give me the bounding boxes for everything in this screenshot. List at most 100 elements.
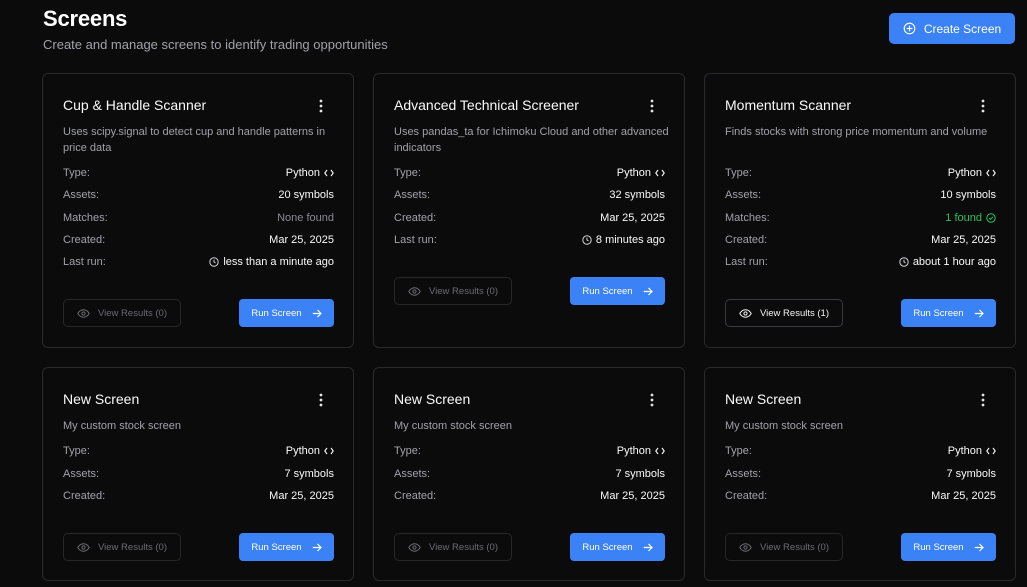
more-options-icon[interactable] [644,392,660,408]
eye-icon [77,542,90,552]
run-screen-button[interactable]: Run Screen [239,533,334,561]
last-run-text: less than a minute ago [223,256,334,268]
screen-title: New Screen [394,391,471,407]
type-text: Python [947,445,982,457]
assets-row: Assets: 32 symbols [394,187,665,203]
page-title: Screens [43,6,128,31]
view-results-button[interactable]: View Results (0) [63,299,181,327]
created-label: Created: [725,234,768,246]
assets-value: 20 symbols [278,189,334,201]
eye-icon [739,542,752,552]
assets-value: 10 symbols [940,189,996,201]
view-results-button[interactable]: View Results (0) [725,533,843,561]
type-label: Type: [394,445,421,457]
type-text: Python [285,167,320,179]
screen-card: Advanced Technical Screener Uses pandas_… [373,73,685,348]
page-subtitle: Create and manage screens to identify tr… [43,37,388,52]
run-screen-label: Run Screen [913,307,964,319]
more-options-icon[interactable] [313,98,329,114]
more-options-icon[interactable] [975,98,991,114]
last-run-label: Last run: [63,256,106,268]
last-run-row: Last run: about 1 hour ago [725,254,996,270]
created-row: Created: Mar 25, 2025 [394,210,665,226]
assets-label: Assets: [63,189,100,201]
view-results-label: View Results (1) [760,307,829,319]
type-row: Type: Python [725,165,996,181]
type-row: Type: Python [63,165,334,181]
run-screen-button[interactable]: Run Screen [239,299,334,327]
run-screen-button[interactable]: Run Screen [570,277,665,305]
view-results-label: View Results (0) [98,307,167,319]
created-label: Created: [725,490,768,502]
code-icon [986,169,996,177]
run-screen-button[interactable]: Run Screen [901,299,996,327]
last-run-value: 8 minutes ago [582,234,665,246]
screen-card: Momentum Scanner Finds stocks with stron… [704,73,1016,348]
run-screen-label: Run Screen [582,285,633,297]
run-screen-button[interactable]: Run Screen [570,533,665,561]
screen-title: Cup & Handle Scanner [63,97,207,113]
view-results-button[interactable]: View Results (1) [725,299,843,327]
type-label: Type: [63,445,90,457]
eye-icon [408,542,421,552]
view-results-button[interactable]: View Results (0) [63,533,181,561]
code-icon [324,447,334,455]
matches-label: Matches: [725,212,770,224]
assets-row: Assets: 7 symbols [394,466,665,482]
last-run-label: Last run: [725,256,768,268]
matches-value: None found [277,212,334,224]
created-label: Created: [394,212,437,224]
assets-value: 7 symbols [946,468,996,480]
matches-row: Matches: None found [63,210,334,226]
created-row: Created: Mar 25, 2025 [725,232,996,248]
arrow-right-icon [974,309,984,317]
clock-icon [209,257,220,267]
last-run-row: Last run: 8 minutes ago [394,232,665,248]
more-options-icon[interactable] [313,392,329,408]
screen-card: New Screen My custom stock screen Type: … [42,367,354,581]
eye-icon [408,286,421,296]
assets-label: Assets: [394,189,431,201]
created-row: Created: Mar 25, 2025 [394,488,665,504]
screen-title: New Screen [725,391,802,407]
screen-title: Advanced Technical Screener [394,97,579,113]
screen-title: New Screen [63,391,140,407]
matches-row: Matches: 1 found [725,210,996,226]
view-results-label: View Results (0) [760,541,829,553]
create-screen-button[interactable]: Create Screen [889,13,1015,44]
view-results-button[interactable]: View Results (0) [394,533,512,561]
screen-description: My custom stock screen [725,420,843,432]
type-row: Type: Python [394,443,665,459]
screen-description: Finds stocks with strong price momentum … [725,126,988,138]
assets-label: Assets: [394,468,431,480]
create-screen-label: Create Screen [923,21,1002,36]
screen-card: Cup & Handle Scanner Uses scipy.signal t… [42,73,354,348]
type-value: Python [286,445,334,457]
type-text: Python [616,167,651,179]
run-screen-label: Run Screen [251,541,302,553]
clock-icon [582,235,592,245]
view-results-button[interactable]: View Results (0) [394,277,512,305]
matches-label: Matches: [63,212,108,224]
type-row: Type: Python [63,443,334,459]
assets-row: Assets: 20 symbols [63,187,334,203]
type-label: Type: [394,167,421,179]
screen-description: Uses pandas_ta for Ichimoku Cloud and ot… [394,126,669,154]
created-value: Mar 25, 2025 [931,490,996,502]
type-label: Type: [63,167,90,179]
code-icon [986,447,996,455]
view-results-label: View Results (0) [429,285,498,297]
type-row: Type: Python [725,443,996,459]
more-options-icon[interactable] [975,392,991,408]
more-options-icon[interactable] [644,98,660,114]
created-value: Mar 25, 2025 [931,234,996,246]
created-row: Created: Mar 25, 2025 [725,488,996,504]
arrow-right-icon [312,309,322,317]
clock-icon [899,257,909,267]
last-run-row: Last run: less than a minute ago [63,254,334,270]
screen-description: Uses scipy.signal to detect cup and hand… [63,126,326,154]
created-value: Mar 25, 2025 [600,490,665,502]
type-value: Python [948,167,996,179]
run-screen-button[interactable]: Run Screen [901,533,996,561]
code-icon [655,447,665,455]
